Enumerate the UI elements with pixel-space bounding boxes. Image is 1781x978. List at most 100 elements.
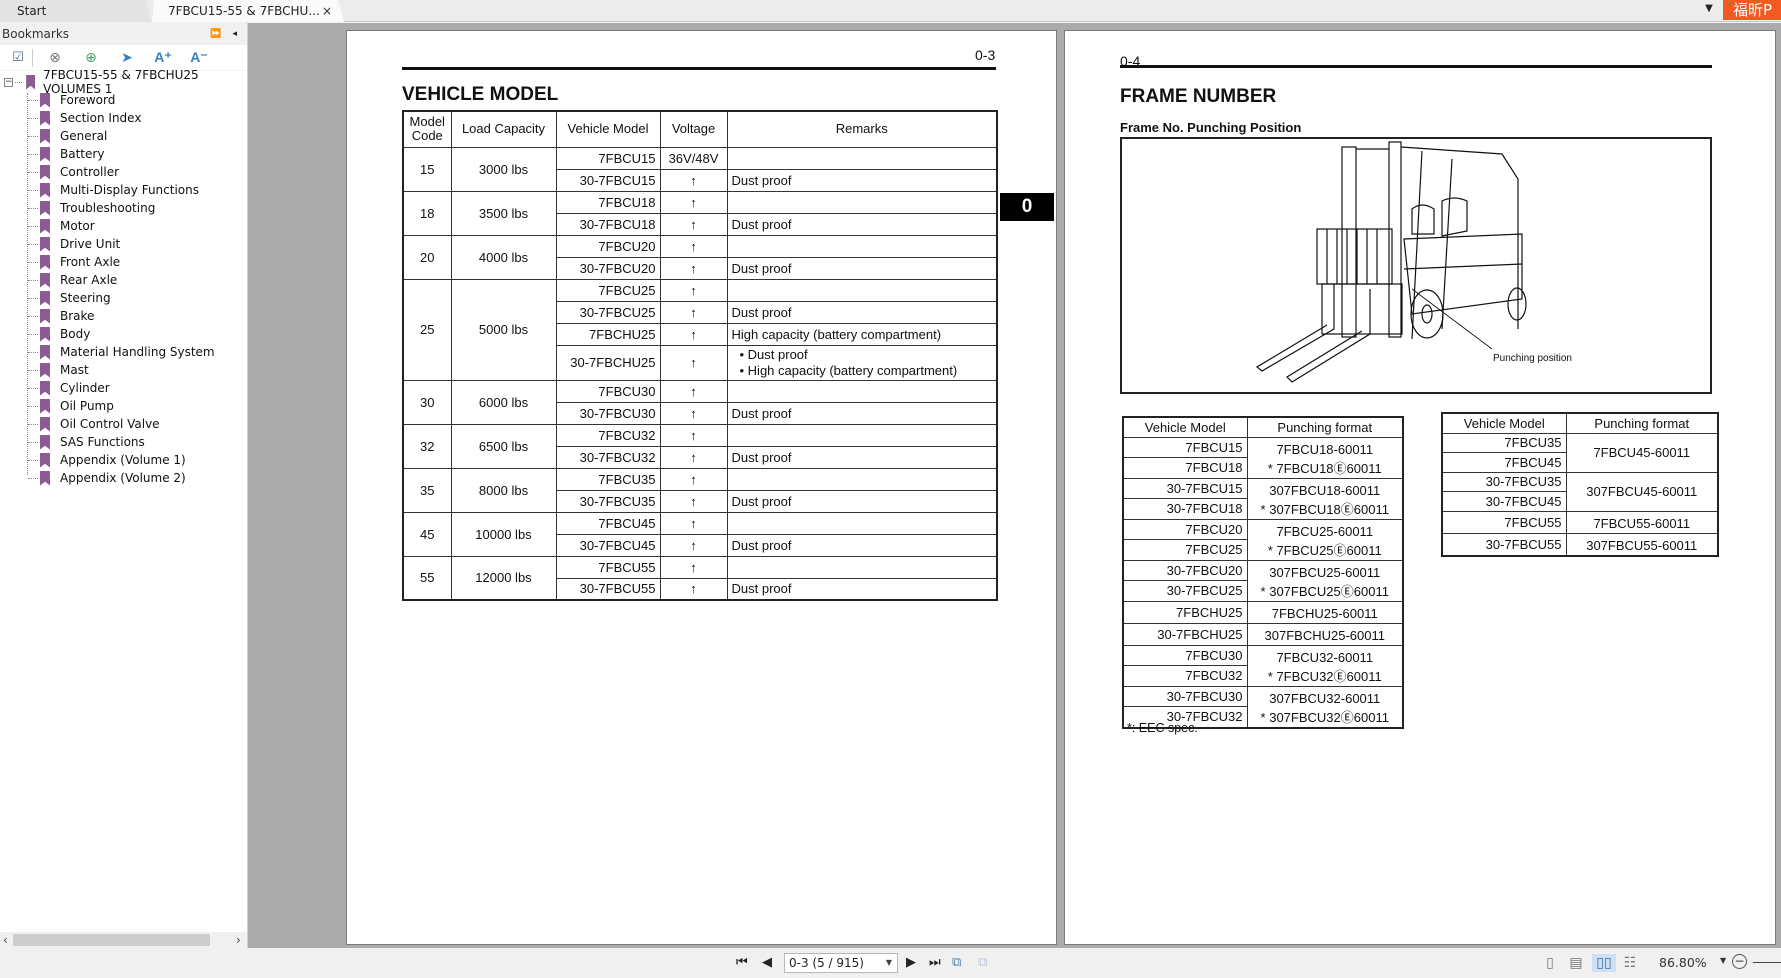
- punching-format-cell: 307FBCU55-60011: [1565, 532, 1719, 556]
- tab-start[interactable]: Start: [0, 0, 152, 22]
- last-page-icon[interactable]: ⏭: [929, 955, 941, 971]
- punching-format-line: 7FBCU25-60011: [1276, 523, 1374, 539]
- bookmark-label: Front Axle: [60, 255, 121, 269]
- remark-line: Dust proof: [731, 216, 792, 232]
- zoom-level[interactable]: 86.80%: [1659, 955, 1707, 970]
- single-page-view-icon[interactable]: ▯: [1540, 954, 1560, 972]
- punching-format-cell: 7FBCU55-60011: [1565, 510, 1719, 534]
- zoom-slider[interactable]: [1753, 962, 1781, 963]
- mast-left: [1341, 146, 1357, 338]
- bookmark-item[interactable]: Controller: [0, 163, 247, 181]
- forklift-illustration: [1255, 141, 1527, 383]
- facing-view-icon[interactable]: ▯▯: [1592, 954, 1616, 972]
- vehicle-model-cell: 7FBCU45: [1441, 452, 1567, 473]
- page-title: FRAME NUMBER: [1120, 86, 1277, 107]
- col-header-vehicle-model: Vehicle Model: [1122, 416, 1248, 438]
- bookmark-item[interactable]: Oil Control Valve: [0, 415, 247, 433]
- punching-format-line: 307FBCU45-60011: [1586, 484, 1698, 499]
- previous-page-icon[interactable]: ◀: [762, 955, 772, 971]
- bookmark-item[interactable]: Oil Pump: [0, 397, 247, 415]
- bookmark-item[interactable]: Foreword: [0, 91, 247, 109]
- document-view: 0-3 VEHICLE MODEL Model Code Load Capacit…: [253, 23, 1781, 948]
- bookmark-tree: − 7FBCU15-55 & 7FBCHU25 VOLUMES 1 Forewo…: [0, 68, 247, 487]
- expand-panel-icon[interactable]: ⏩: [210, 29, 225, 39]
- col-header-punching-format: Punching format: [1565, 412, 1719, 434]
- goto-bookmark-icon[interactable]: ➤: [109, 47, 145, 69]
- bookmark-item[interactable]: Drive Unit: [0, 235, 247, 253]
- punching-format-cell: 307FBCHU25-60011: [1246, 622, 1404, 646]
- sidebar-horizontal-scrollbar[interactable]: ‹ ›: [0, 932, 247, 948]
- collapse-tree-icon[interactable]: −: [4, 77, 13, 87]
- tab-document[interactable]: 7FBCU15-55 & 7FBCHU... ×: [152, 0, 344, 22]
- tree-connector: [28, 189, 38, 191]
- remarks-cell: Dust proof: [726, 445, 998, 469]
- punching-format-line: 307FBCU18-60011: [1269, 482, 1381, 498]
- bookmark-item[interactable]: Appendix (Volume 1): [0, 451, 247, 469]
- bookmark-icon: [26, 74, 36, 90]
- page-number-select[interactable]: 0-3 (5 / 915) ▼: [784, 953, 898, 973]
- bookmark-icon: [40, 164, 50, 180]
- bookmark-item[interactable]: Section Index: [0, 109, 247, 127]
- bookmark-item[interactable]: SAS Functions: [0, 433, 247, 451]
- first-page-icon[interactable]: ⏮: [736, 955, 748, 971]
- scroll-right-icon[interactable]: ›: [236, 932, 241, 948]
- brand-button[interactable]: 福昕P: [1723, 0, 1781, 20]
- bookmark-label: Rear Axle: [60, 273, 118, 287]
- add-bookmark-icon[interactable]: ⊕: [73, 47, 109, 69]
- table-row: 7FBCU35 7FBCU45-60011: [1441, 432, 1719, 473]
- bookmark-item[interactable]: Material Handling System: [0, 343, 247, 361]
- voltage-cell: ↑: [659, 401, 728, 425]
- rear-wheel: [1507, 287, 1527, 321]
- bookmark-item[interactable]: General: [0, 127, 247, 145]
- delete-bookmark-icon[interactable]: ⊗: [37, 47, 73, 69]
- voltage-cell: ↑: [659, 445, 728, 469]
- previous-view-icon[interactable]: ⧉: [952, 955, 961, 971]
- tree-connector: [28, 405, 38, 407]
- continuous-facing-view-icon[interactable]: ☷: [1620, 954, 1640, 972]
- remark-line: Dust proof: [731, 405, 792, 421]
- bookmark-item[interactable]: Rear Axle: [0, 271, 247, 289]
- bookmark-icon: [40, 200, 50, 216]
- bookmark-item[interactable]: Troubleshooting: [0, 199, 247, 217]
- zoom-dropdown-icon[interactable]: ▼: [1720, 956, 1726, 965]
- remarks-cell: [726, 511, 998, 535]
- voltage-cell: ↑: [659, 300, 728, 324]
- bookmark-icon: [40, 344, 50, 360]
- table-row: 30-7FBCU30 307FBCU32-60011 * 307FBCU32Ⓔ600…: [1122, 685, 1404, 728]
- vehicle-model-cell: 30-7FBCU55: [555, 577, 661, 601]
- close-tab-icon[interactable]: ×: [322, 0, 332, 22]
- load-capacity-cell: 5000 lbs: [450, 278, 557, 381]
- table-row: 7FBCU20 7FBCU25-60011 * 7FBCU25Ⓔ60011: [1122, 518, 1404, 561]
- bookmark-item[interactable]: Mast: [0, 361, 247, 379]
- next-view-icon[interactable]: ⧉: [978, 955, 987, 971]
- bookmark-item[interactable]: Appendix (Volume 2): [0, 469, 247, 487]
- scrollbar-thumb[interactable]: [13, 934, 210, 946]
- next-page-icon[interactable]: ▶: [906, 955, 916, 971]
- decrease-font-icon[interactable]: A⁻: [181, 47, 217, 69]
- table-row: 35 8000 lbs 7FBCU35 ↑: [402, 467, 998, 513]
- bookmark-options-icon[interactable]: ☑: [4, 47, 32, 69]
- scroll-left-icon[interactable]: ‹: [3, 932, 8, 948]
- collapse-panel-icon[interactable]: ◂: [232, 29, 241, 39]
- tab-list-dropdown-icon[interactable]: ▼: [1702, 2, 1716, 16]
- bookmark-icon: [40, 470, 50, 486]
- punching-format-line: 307FBCU25-60011: [1269, 564, 1381, 580]
- increase-font-icon[interactable]: A⁺: [145, 47, 181, 69]
- bookmark-item[interactable]: Steering: [0, 289, 247, 307]
- vehicle-model-cell: 7FBCU30: [1122, 644, 1248, 666]
- punching-format-cell: 7FBCU32-60011 * 7FBCU32Ⓔ60011: [1246, 644, 1404, 687]
- pdf-reader-window: Start 7FBCU15-55 & 7FBCHU... × ▼ 福昕P Boo…: [0, 0, 1781, 978]
- bookmark-item[interactable]: Battery: [0, 145, 247, 163]
- bookmark-item[interactable]: Body: [0, 325, 247, 343]
- zoom-out-button[interactable]: −: [1732, 954, 1747, 969]
- bookmark-item[interactable]: Front Axle: [0, 253, 247, 271]
- bookmark-item[interactable]: Multi-Display Functions: [0, 181, 247, 199]
- page-number: 0-3: [975, 47, 996, 63]
- bookmark-item[interactable]: Motor: [0, 217, 247, 235]
- bookmark-item[interactable]: Cylinder: [0, 379, 247, 397]
- bookmark-item[interactable]: Brake: [0, 307, 247, 325]
- bookmark-label: Battery: [60, 147, 105, 161]
- bookmark-root[interactable]: − 7FBCU15-55 & 7FBCHU25 VOLUMES 1: [0, 68, 247, 96]
- table-header-row: Model Code Load Capacity Vehicle Model Vo…: [402, 110, 998, 148]
- continuous-view-icon[interactable]: ▤: [1566, 954, 1586, 972]
